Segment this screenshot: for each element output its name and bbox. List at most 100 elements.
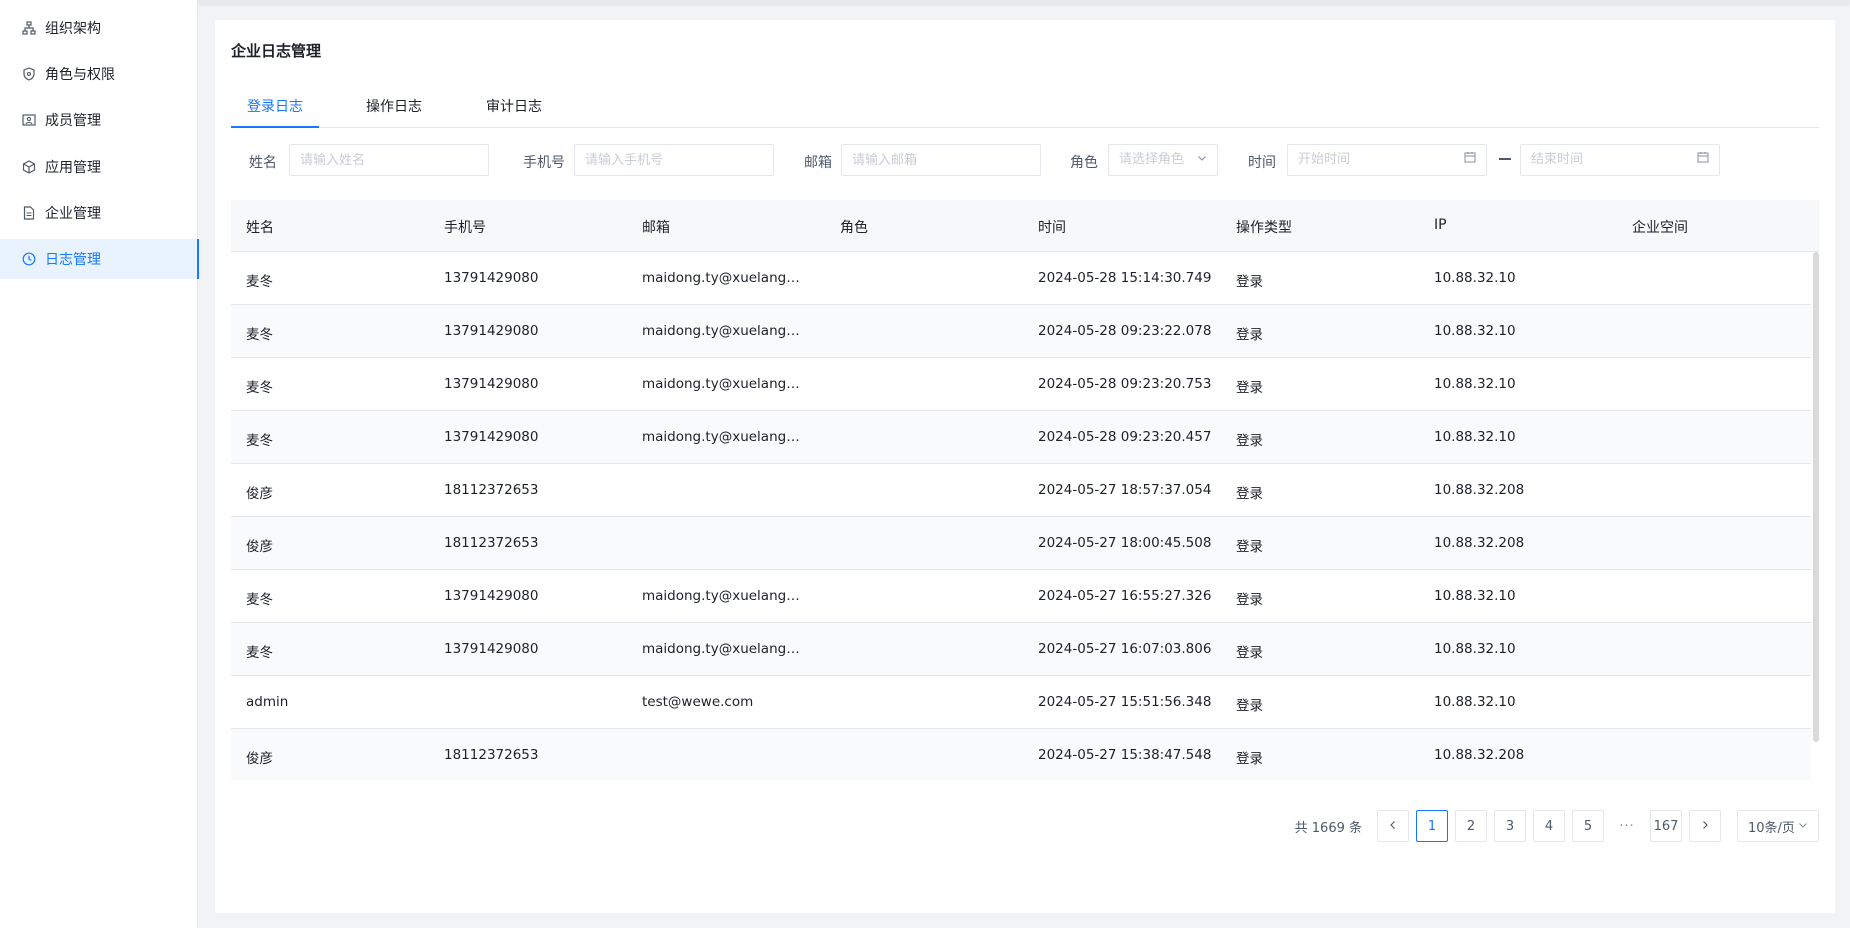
column-header-type[interactable]: 操作类型	[1236, 217, 1292, 237]
time-filter-label: 时间	[1248, 155, 1276, 171]
page-button-4[interactable]: 4	[1533, 810, 1565, 842]
cell-ip: 10.88.32.10	[1434, 588, 1516, 604]
column-header-time[interactable]: 时间	[1038, 217, 1066, 237]
table-row[interactable]: admin test@wewe.com 2024-05-27 15:51:56.34…	[231, 676, 1811, 729]
name-input[interactable]	[289, 144, 489, 176]
cell-time: 2024-05-27 15:51:56.348	[1038, 694, 1212, 710]
sidebar-item-logs[interactable]: 日志管理	[0, 239, 199, 279]
table-row[interactable]: 俊彦 18112372653 2024-05-27 18:00:45.508 登录 10…	[231, 517, 1811, 570]
cell-ip: 10.88.32.10	[1434, 641, 1516, 657]
column-header-email[interactable]: 邮箱	[642, 217, 670, 237]
cell-time: 2024-05-28 15:14:30.749	[1038, 270, 1212, 286]
cell-ip: 10.88.32.208	[1434, 535, 1525, 551]
table-row[interactable]: 俊彦 18112372653 2024-05-27 15:38:47.548 登录 10…	[231, 729, 1811, 780]
table-row[interactable]: 麦冬 13791429080 maidong.ty@xuelangyu... 2024…	[231, 358, 1811, 411]
cell-phone: 13791429080	[444, 323, 539, 339]
prev-page-button[interactable]	[1377, 810, 1409, 842]
phone-input[interactable]	[574, 144, 774, 176]
column-header-ip[interactable]: IP	[1434, 217, 1447, 233]
cell-type: 登录	[1236, 539, 1263, 555]
tab-operation-log[interactable]: 操作日志	[350, 92, 438, 128]
cell-name: 俊彦	[246, 539, 273, 555]
column-header-space[interactable]: 企业空间	[1632, 217, 1688, 237]
cell-ip: 10.88.32.10	[1434, 429, 1516, 445]
sidebar-item-roles[interactable]: 角色与权限	[0, 54, 198, 94]
tab-login-log[interactable]: 登录日志	[231, 92, 319, 128]
sidebar-item-apps[interactable]: 应用管理	[0, 147, 198, 187]
cell-phone: 18112372653	[444, 535, 539, 551]
shield-icon	[22, 67, 36, 81]
document-icon	[22, 206, 36, 220]
page-ellipsis[interactable]: ···	[1611, 819, 1643, 834]
phone-filter-label: 手机号	[523, 155, 565, 171]
cell-phone: 13791429080	[444, 270, 539, 286]
role-select-placeholder: 请选择角色	[1119, 152, 1185, 167]
name-filter-label: 姓名	[249, 155, 277, 171]
cell-phone: 18112372653	[444, 482, 539, 498]
sidebar-item-label: 应用管理	[45, 160, 101, 176]
cell-phone: 13791429080	[444, 588, 539, 604]
email-input[interactable]	[841, 144, 1041, 176]
cell-name: 俊彦	[246, 751, 273, 767]
sidebar-item-label: 企业管理	[45, 206, 101, 222]
cell-type: 登录	[1236, 274, 1263, 290]
cell-email: maidong.ty@xuelangyu...	[642, 270, 807, 286]
cell-name: 麦冬	[246, 592, 273, 608]
table-header: 姓名 手机号 邮箱 角色 时间 操作类型 IP 企业空间	[231, 200, 1819, 252]
sidebar-item-org[interactable]: 组织架构	[0, 8, 198, 48]
page-size-value: 10条/页	[1748, 820, 1795, 836]
total-count: 共 1669 条	[1294, 820, 1362, 836]
page-button-last[interactable]: 167	[1650, 810, 1682, 842]
sidebar-item-enterprise[interactable]: 企业管理	[0, 193, 198, 233]
start-time-picker[interactable]: 开始时间	[1287, 144, 1487, 176]
cell-time: 2024-05-28 09:23:20.457	[1038, 429, 1212, 445]
chevron-down-icon	[1798, 819, 1808, 834]
page-button-1[interactable]: 1	[1416, 810, 1448, 842]
cell-ip: 10.88.32.208	[1434, 482, 1525, 498]
cell-time: 2024-05-28 09:23:22.078	[1038, 323, 1212, 339]
cell-email: maidong.ty@xuelangyu...	[642, 588, 807, 604]
cell-phone: 13791429080	[444, 641, 539, 657]
page-size-select[interactable]: 10条/页	[1737, 810, 1819, 842]
filter-bar: 姓名 手机号 邮箱 角色 请选择角色 时间 开始时间 结束时间	[231, 144, 1819, 178]
cell-time: 2024-05-27 18:57:37.054	[1038, 482, 1212, 498]
table-row[interactable]: 麦冬 13791429080 maidong.ty@xuelangyu... 2024…	[231, 570, 1811, 623]
sidebar-item-members[interactable]: 成员管理	[0, 100, 198, 140]
tab-audit-log[interactable]: 审计日志	[470, 92, 558, 128]
cell-type: 登录	[1236, 380, 1263, 396]
cell-time: 2024-05-27 15:38:47.548	[1038, 747, 1212, 763]
column-header-phone[interactable]: 手机号	[444, 217, 486, 237]
sidebar-item-label: 组织架构	[45, 21, 101, 37]
cell-ip: 10.88.32.10	[1434, 694, 1516, 710]
page-button-5[interactable]: 5	[1572, 810, 1604, 842]
table-row[interactable]: 麦冬 13791429080 maidong.ty@xuelangyu... 2024…	[231, 305, 1811, 358]
tab-bar: 登录日志 操作日志 审计日志	[231, 92, 1819, 128]
cell-time: 2024-05-28 09:23:20.753	[1038, 376, 1212, 392]
role-select[interactable]: 请选择角色	[1108, 144, 1218, 176]
end-time-picker[interactable]: 结束时间	[1520, 144, 1720, 176]
chevron-left-icon	[1388, 819, 1398, 834]
next-page-button[interactable]	[1689, 810, 1721, 842]
cell-type: 登录	[1236, 433, 1263, 449]
cell-email: maidong.ty@xuelangyu...	[642, 641, 807, 657]
table-row[interactable]: 麦冬 13791429080 maidong.ty@xuelangyu... 2024…	[231, 252, 1811, 305]
pagination: 共 1669 条 1 2 3 4 5 ··· 167 10条/页	[1295, 810, 1819, 842]
cell-time: 2024-05-27 16:07:03.806	[1038, 641, 1212, 657]
page-title: 企业日志管理	[231, 42, 322, 60]
cell-type: 登录	[1236, 698, 1263, 714]
cell-type: 登录	[1236, 486, 1263, 502]
start-time-placeholder: 开始时间	[1298, 152, 1351, 167]
column-header-role[interactable]: 角色	[840, 217, 868, 237]
sidebar-item-label: 日志管理	[45, 252, 101, 268]
date-range-separator	[1499, 158, 1511, 160]
table-scrollbar[interactable]	[1813, 252, 1819, 742]
cell-phone: 13791429080	[444, 376, 539, 392]
table-row[interactable]: 俊彦 18112372653 2024-05-27 18:57:37.054 登录 10…	[231, 464, 1811, 517]
table-row[interactable]: 麦冬 13791429080 maidong.ty@xuelangyu... 2024…	[231, 623, 1811, 676]
login-log-table: 姓名 手机号 邮箱 角色 时间 操作类型 IP 企业空间 麦冬 137914290…	[231, 200, 1819, 780]
column-header-name[interactable]: 姓名	[246, 217, 274, 237]
page-button-2[interactable]: 2	[1455, 810, 1487, 842]
clock-icon	[22, 252, 36, 266]
table-row[interactable]: 麦冬 13791429080 maidong.ty@xuelangyu... 2024…	[231, 411, 1811, 464]
page-button-3[interactable]: 3	[1494, 810, 1526, 842]
